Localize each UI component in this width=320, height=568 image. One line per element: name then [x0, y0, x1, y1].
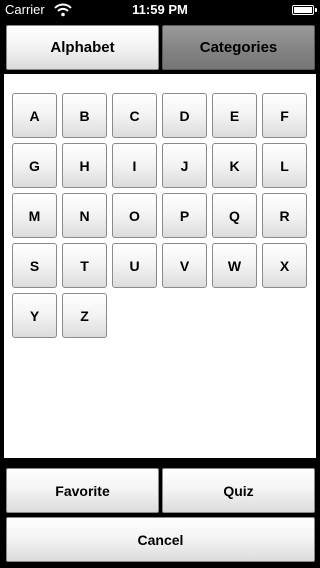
letter-button-s[interactable]: S: [12, 243, 57, 288]
letter-button-q[interactable]: Q: [212, 193, 257, 238]
letter-button-g[interactable]: G: [12, 143, 57, 188]
letter-button-l[interactable]: L: [262, 143, 307, 188]
letter-panel: ABCDEF GHIJKL MNOPQR STUVWX YZ: [4, 74, 316, 458]
battery-icon: [292, 5, 317, 15]
letter-button-c[interactable]: C: [112, 93, 157, 138]
letter-button-h[interactable]: H: [62, 143, 107, 188]
letter-button-a[interactable]: A: [12, 93, 57, 138]
letter-button-u[interactable]: U: [112, 243, 157, 288]
letter-button-v[interactable]: V: [162, 243, 207, 288]
letter-button-o[interactable]: O: [112, 193, 157, 238]
cancel-button[interactable]: Cancel: [6, 517, 315, 562]
letter-button-y[interactable]: Y: [12, 293, 57, 338]
letter-button-m[interactable]: M: [12, 193, 57, 238]
letter-button-r[interactable]: R: [262, 193, 307, 238]
letter-button-z[interactable]: Z: [62, 293, 107, 338]
status-time: 11:59 PM: [132, 2, 188, 17]
letter-button-f[interactable]: F: [262, 93, 307, 138]
status-bar: Carrier 11:59 PM: [0, 0, 320, 20]
favorite-button[interactable]: Favorite: [6, 468, 159, 513]
letter-button-p[interactable]: P: [162, 193, 207, 238]
letter-grid: ABCDEF GHIJKL MNOPQR STUVWX YZ: [12, 93, 307, 338]
letter-button-n[interactable]: N: [62, 193, 107, 238]
tab-categories[interactable]: Categories: [162, 25, 315, 70]
letter-button-j[interactable]: J: [162, 143, 207, 188]
letter-button-i[interactable]: I: [112, 143, 157, 188]
letter-button-x[interactable]: X: [262, 243, 307, 288]
letter-button-w[interactable]: W: [212, 243, 257, 288]
letter-button-t[interactable]: T: [62, 243, 107, 288]
letter-button-e[interactable]: E: [212, 93, 257, 138]
letter-button-k[interactable]: K: [212, 143, 257, 188]
letter-button-d[interactable]: D: [162, 93, 207, 138]
quiz-button[interactable]: Quiz: [162, 468, 315, 513]
tab-alphabet[interactable]: Alphabet: [6, 25, 159, 70]
letter-button-b[interactable]: B: [62, 93, 107, 138]
